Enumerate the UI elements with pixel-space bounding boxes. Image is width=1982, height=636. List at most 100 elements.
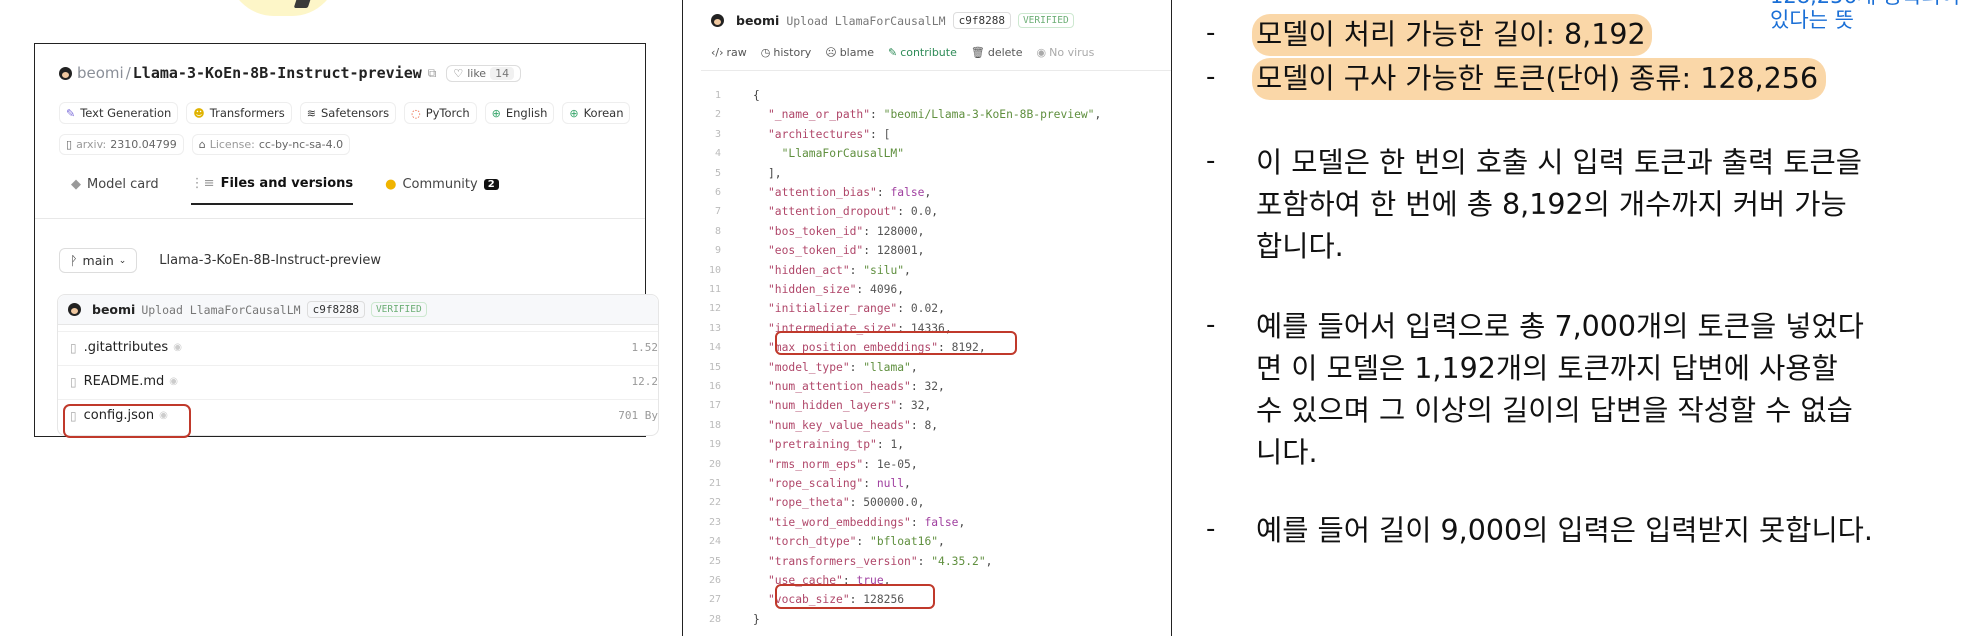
- avatar: [59, 66, 72, 80]
- code-icon: ‹/›: [711, 46, 724, 59]
- line-number: 17: [708, 400, 721, 412]
- code-line: "torch_dtype": "bfloat16",: [768, 535, 945, 549]
- model-card-icon: ◆: [71, 177, 81, 192]
- decorative-blob: [228, 0, 338, 16]
- json-key: "tie_word_embeddings": [768, 515, 911, 529]
- line-number: 15: [708, 361, 721, 373]
- tag-korean[interactable]: ⊕ Korean: [562, 102, 631, 124]
- commit-author[interactable]: beomi: [92, 302, 135, 317]
- like-label: like: [467, 66, 487, 80]
- avatar: [711, 14, 724, 27]
- blame-button[interactable]: ☹ blame: [825, 46, 874, 59]
- code-line: "num_attention_heads": 32,: [768, 380, 945, 393]
- branch-selector[interactable]: ᚹ main ⌄: [59, 248, 138, 273]
- json-value: 32: [910, 399, 925, 413]
- line-number: 12: [708, 303, 721, 315]
- line-number: 27: [708, 594, 721, 606]
- tab-model-card[interactable]: ◆ Model card: [71, 176, 159, 205]
- bullet-dash: -: [1206, 514, 1216, 544]
- hugging-face-icon: ☻: [193, 106, 205, 120]
- last-commit-row: beomi Upload LlamaForCausalLM c9f8288 VE…: [58, 295, 658, 325]
- repo-owner-link[interactable]: beomi: [77, 64, 124, 82]
- action-label: raw: [726, 46, 747, 59]
- raw-button[interactable]: ‹/› raw: [711, 46, 747, 59]
- divider: [701, 70, 1171, 71]
- code-line: "LlamaForCausalLM": [768, 144, 904, 163]
- tag-pytorch[interactable]: ◌ PyTorch: [404, 102, 477, 124]
- license-key: License:: [209, 138, 255, 151]
- breadcrumb[interactable]: Llama-3-KoEn-8B-Instruct-preview: [159, 253, 381, 268]
- tag-label: PyTorch: [425, 106, 470, 120]
- tab-label: Model card: [87, 177, 159, 192]
- file-name[interactable]: README.md: [84, 374, 165, 389]
- code-line: "attention_dropout": 0.0,: [768, 205, 939, 219]
- line-number: 25: [708, 555, 721, 567]
- commit-message[interactable]: Upload LlamaForCausalLM: [786, 14, 945, 28]
- json-value: "4.35.2": [931, 554, 986, 568]
- tag-english[interactable]: ⊕ English: [484, 102, 555, 124]
- tag-label: English: [505, 106, 548, 120]
- commit-message[interactable]: Upload LlamaForCausalLM: [141, 303, 300, 317]
- commit-hash[interactable]: c9f8288: [306, 301, 365, 318]
- repo-tabs: ◆ Model card ⋮≡ Files and versions ● Commun…: [71, 176, 499, 205]
- copy-icon[interactable]: ⧉: [428, 66, 437, 81]
- commit-hash[interactable]: c9f8288: [952, 12, 1011, 29]
- history-button[interactable]: ◷ history: [761, 46, 811, 59]
- branch-icon: ᚹ: [70, 253, 78, 268]
- like-count: 14: [490, 66, 515, 80]
- tab-community[interactable]: ● Community 2: [385, 176, 499, 205]
- branch-row: ᚹ main ⌄ Llama-3-KoEn-8B-Instruct-preview: [59, 248, 381, 273]
- json-key: "transformers_version": [768, 554, 918, 568]
- paragraph-line: 예를 들어서 입력으로 총 7,000개의 토큰을 넣었다: [1256, 310, 1864, 343]
- tag-label: Text Generation: [80, 106, 172, 120]
- line-number: 18: [708, 419, 721, 431]
- json-key: "hidden_size": [768, 283, 857, 296]
- pytorch-icon: ◌: [411, 106, 421, 120]
- json-value: "llama": [863, 360, 911, 374]
- arxiv-value: 2310.04799: [110, 138, 177, 151]
- line-number: 7: [714, 206, 721, 218]
- note-line: 있다는 뜻: [1770, 8, 1854, 32]
- code-line: "rope_scaling": null,: [768, 477, 911, 490]
- avatar: [68, 303, 81, 316]
- community-count-badge: 2: [483, 179, 499, 190]
- tag-transformers[interactable]: ☻ Transformers: [186, 102, 292, 124]
- delete-button[interactable]: 🗑 delete: [971, 46, 1023, 59]
- tag-text-generation[interactable]: ✎ Text Generation: [59, 102, 179, 124]
- paragraph-line: 포함하여 한 번에 총 8,192의 개수까지 커버 가능: [1256, 188, 1847, 221]
- file-name[interactable]: .gitattributes: [84, 340, 169, 355]
- paragraph-line: 면 이 모델은 1,192개의 토큰까지 답변에 사용할: [1256, 352, 1838, 385]
- commit-author[interactable]: beomi: [736, 13, 779, 28]
- line-number: 14: [708, 342, 721, 354]
- json-key: "rope_scaling": [768, 477, 864, 490]
- code-line: "initializer_range": 0.02,: [768, 302, 945, 316]
- branch-label: main: [82, 253, 114, 268]
- line-number: 28: [708, 613, 721, 625]
- repo-header: beomi / Llama-3-KoEn-8B-Instruct-preview…: [59, 64, 522, 82]
- repo-name-link[interactable]: Llama-3-KoEn-8B-Instruct-preview: [133, 64, 422, 82]
- json-key: "_name_or_path": [768, 108, 871, 122]
- tag-license[interactable]: ⌂ License: cc-by-nc-sa-4.0: [191, 134, 351, 155]
- json-key: "num_hidden_layers": [768, 399, 898, 413]
- file-row[interactable]: ▯ README.md ◉ 12.2: [58, 365, 658, 397]
- code-line: "num_key_value_heads": 8,: [768, 418, 939, 432]
- tab-files-and-versions[interactable]: ⋮≡ Files and versions: [190, 176, 354, 205]
- paragraph-example-9000: 예를 들어 길이 9,000의 입력은 입력받지 못합니다.: [1256, 514, 1873, 547]
- paragraph-example-7000: 예를 들어서 입력으로 총 7,000개의 토큰을 넣었다 면 이 모델은 1,…: [1256, 306, 1864, 474]
- paragraph-context-explanation: 이 모델은 한 번의 호출 시 입력 토큰과 출력 토큰을 포함하여 한 번에 …: [1256, 142, 1862, 268]
- note-line: 128,256개 등록되어: [1770, 0, 1960, 8]
- json-value: 128000: [876, 224, 918, 238]
- bullet-vocab-size: 모델이 구사 가능한 토큰(단어) 종류: 128,256: [1252, 58, 1827, 100]
- tag-safetensors[interactable]: ≋ Safetensors: [299, 102, 397, 124]
- like-button[interactable]: ♡ like 14: [446, 64, 522, 82]
- json-value: 1e-05: [876, 457, 911, 471]
- code-line: "tie_word_embeddings": false,: [768, 515, 966, 529]
- json-value: [: [883, 127, 891, 141]
- file-row[interactable]: ▯ .gitattributes ◉ 1.52: [58, 331, 658, 363]
- json-key: "attention_dropout": [768, 205, 898, 219]
- contribute-button[interactable]: ✎ contribute: [888, 46, 957, 59]
- tag-arxiv[interactable]: ▯ arxiv: 2310.04799: [59, 134, 184, 155]
- code-line: {: [753, 86, 760, 105]
- json-value: 128001: [876, 244, 918, 258]
- tag-list: ✎ Text Generation ☻ Transformers ≋ Safetens…: [59, 102, 631, 124]
